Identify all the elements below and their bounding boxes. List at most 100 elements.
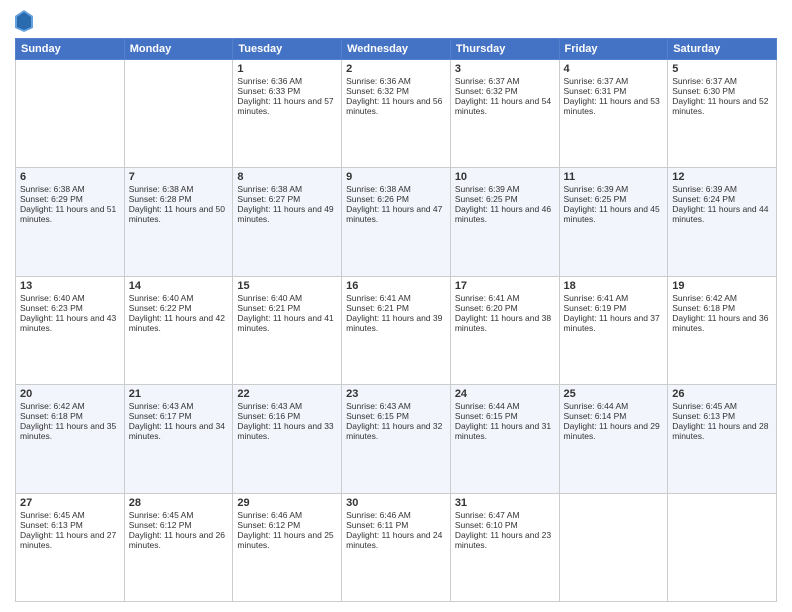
day-number: 8 (237, 171, 337, 183)
week-row-1: 1Sunrise: 6:36 AMSunset: 6:33 PMDaylight… (16, 60, 777, 168)
logo (15, 10, 35, 32)
daylight-text: Daylight: 11 hours and 50 minutes. (129, 204, 229, 224)
sunrise-text: Sunrise: 6:38 AM (346, 184, 446, 194)
calendar-cell: 31Sunrise: 6:47 AMSunset: 6:10 PMDayligh… (450, 493, 559, 601)
calendar-cell: 25Sunrise: 6:44 AMSunset: 6:14 PMDayligh… (559, 385, 668, 493)
sunset-text: Sunset: 6:12 PM (129, 520, 229, 530)
calendar-cell: 1Sunrise: 6:36 AMSunset: 6:33 PMDaylight… (233, 60, 342, 168)
sunset-text: Sunset: 6:15 PM (346, 411, 446, 421)
sunrise-text: Sunrise: 6:42 AM (20, 401, 120, 411)
day-number: 6 (20, 171, 120, 183)
sunrise-text: Sunrise: 6:37 AM (672, 76, 772, 86)
day-number: 25 (564, 388, 664, 400)
daylight-text: Daylight: 11 hours and 26 minutes. (129, 530, 229, 550)
day-number: 31 (455, 497, 555, 509)
day-number: 11 (564, 171, 664, 183)
col-header-thursday: Thursday (450, 39, 559, 60)
week-row-3: 13Sunrise: 6:40 AMSunset: 6:23 PMDayligh… (16, 276, 777, 384)
sunset-text: Sunset: 6:25 PM (564, 194, 664, 204)
sunrise-text: Sunrise: 6:44 AM (455, 401, 555, 411)
sunrise-text: Sunrise: 6:40 AM (20, 293, 120, 303)
day-number: 21 (129, 388, 229, 400)
sunrise-text: Sunrise: 6:38 AM (129, 184, 229, 194)
daylight-text: Daylight: 11 hours and 31 minutes. (455, 421, 555, 441)
daylight-text: Daylight: 11 hours and 56 minutes. (346, 96, 446, 116)
sunset-text: Sunset: 6:30 PM (672, 86, 772, 96)
day-number: 3 (455, 63, 555, 75)
daylight-text: Daylight: 11 hours and 43 minutes. (20, 313, 120, 333)
calendar-cell: 17Sunrise: 6:41 AMSunset: 6:20 PMDayligh… (450, 276, 559, 384)
calendar-cell: 7Sunrise: 6:38 AMSunset: 6:28 PMDaylight… (124, 168, 233, 276)
calendar-cell: 12Sunrise: 6:39 AMSunset: 6:24 PMDayligh… (668, 168, 777, 276)
sunrise-text: Sunrise: 6:38 AM (20, 184, 120, 194)
daylight-text: Daylight: 11 hours and 29 minutes. (564, 421, 664, 441)
sunrise-text: Sunrise: 6:46 AM (346, 510, 446, 520)
calendar-cell: 26Sunrise: 6:45 AMSunset: 6:13 PMDayligh… (668, 385, 777, 493)
calendar-cell: 20Sunrise: 6:42 AMSunset: 6:18 PMDayligh… (16, 385, 125, 493)
day-number: 18 (564, 280, 664, 292)
daylight-text: Daylight: 11 hours and 51 minutes. (20, 204, 120, 224)
sunset-text: Sunset: 6:13 PM (20, 520, 120, 530)
calendar-cell: 19Sunrise: 6:42 AMSunset: 6:18 PMDayligh… (668, 276, 777, 384)
sunset-text: Sunset: 6:21 PM (346, 303, 446, 313)
daylight-text: Daylight: 11 hours and 45 minutes. (564, 204, 664, 224)
sunset-text: Sunset: 6:24 PM (672, 194, 772, 204)
day-number: 22 (237, 388, 337, 400)
daylight-text: Daylight: 11 hours and 46 minutes. (455, 204, 555, 224)
col-header-saturday: Saturday (668, 39, 777, 60)
daylight-text: Daylight: 11 hours and 35 minutes. (20, 421, 120, 441)
sunset-text: Sunset: 6:23 PM (20, 303, 120, 313)
day-number: 17 (455, 280, 555, 292)
sunset-text: Sunset: 6:16 PM (237, 411, 337, 421)
header (15, 10, 777, 32)
calendar-table: SundayMondayTuesdayWednesdayThursdayFrid… (15, 38, 777, 602)
day-number: 30 (346, 497, 446, 509)
sunrise-text: Sunrise: 6:45 AM (672, 401, 772, 411)
calendar-cell: 13Sunrise: 6:40 AMSunset: 6:23 PMDayligh… (16, 276, 125, 384)
daylight-text: Daylight: 11 hours and 53 minutes. (564, 96, 664, 116)
day-number: 1 (237, 63, 337, 75)
daylight-text: Daylight: 11 hours and 54 minutes. (455, 96, 555, 116)
daylight-text: Daylight: 11 hours and 32 minutes. (346, 421, 446, 441)
day-number: 20 (20, 388, 120, 400)
day-number: 2 (346, 63, 446, 75)
daylight-text: Daylight: 11 hours and 41 minutes. (237, 313, 337, 333)
calendar-cell: 14Sunrise: 6:40 AMSunset: 6:22 PMDayligh… (124, 276, 233, 384)
sunset-text: Sunset: 6:22 PM (129, 303, 229, 313)
calendar-cell: 29Sunrise: 6:46 AMSunset: 6:12 PMDayligh… (233, 493, 342, 601)
sunset-text: Sunset: 6:15 PM (455, 411, 555, 421)
sunrise-text: Sunrise: 6:46 AM (237, 510, 337, 520)
calendar-cell: 2Sunrise: 6:36 AMSunset: 6:32 PMDaylight… (342, 60, 451, 168)
sunrise-text: Sunrise: 6:41 AM (455, 293, 555, 303)
sunset-text: Sunset: 6:10 PM (455, 520, 555, 530)
sunset-text: Sunset: 6:19 PM (564, 303, 664, 313)
day-number: 29 (237, 497, 337, 509)
daylight-text: Daylight: 11 hours and 47 minutes. (346, 204, 446, 224)
sunrise-text: Sunrise: 6:43 AM (346, 401, 446, 411)
week-row-5: 27Sunrise: 6:45 AMSunset: 6:13 PMDayligh… (16, 493, 777, 601)
page: SundayMondayTuesdayWednesdayThursdayFrid… (0, 0, 792, 612)
col-header-friday: Friday (559, 39, 668, 60)
sunrise-text: Sunrise: 6:39 AM (672, 184, 772, 194)
week-row-4: 20Sunrise: 6:42 AMSunset: 6:18 PMDayligh… (16, 385, 777, 493)
day-number: 9 (346, 171, 446, 183)
sunset-text: Sunset: 6:13 PM (672, 411, 772, 421)
daylight-text: Daylight: 11 hours and 36 minutes. (672, 313, 772, 333)
day-number: 12 (672, 171, 772, 183)
sunrise-text: Sunrise: 6:40 AM (129, 293, 229, 303)
day-number: 13 (20, 280, 120, 292)
sunrise-text: Sunrise: 6:40 AM (237, 293, 337, 303)
day-number: 23 (346, 388, 446, 400)
day-number: 27 (20, 497, 120, 509)
daylight-text: Daylight: 11 hours and 27 minutes. (20, 530, 120, 550)
calendar-header-row: SundayMondayTuesdayWednesdayThursdayFrid… (16, 39, 777, 60)
daylight-text: Daylight: 11 hours and 44 minutes. (672, 204, 772, 224)
calendar-cell: 24Sunrise: 6:44 AMSunset: 6:15 PMDayligh… (450, 385, 559, 493)
calendar-cell: 16Sunrise: 6:41 AMSunset: 6:21 PMDayligh… (342, 276, 451, 384)
col-header-sunday: Sunday (16, 39, 125, 60)
daylight-text: Daylight: 11 hours and 49 minutes. (237, 204, 337, 224)
sunset-text: Sunset: 6:17 PM (129, 411, 229, 421)
daylight-text: Daylight: 11 hours and 37 minutes. (564, 313, 664, 333)
calendar-cell: 11Sunrise: 6:39 AMSunset: 6:25 PMDayligh… (559, 168, 668, 276)
day-number: 14 (129, 280, 229, 292)
